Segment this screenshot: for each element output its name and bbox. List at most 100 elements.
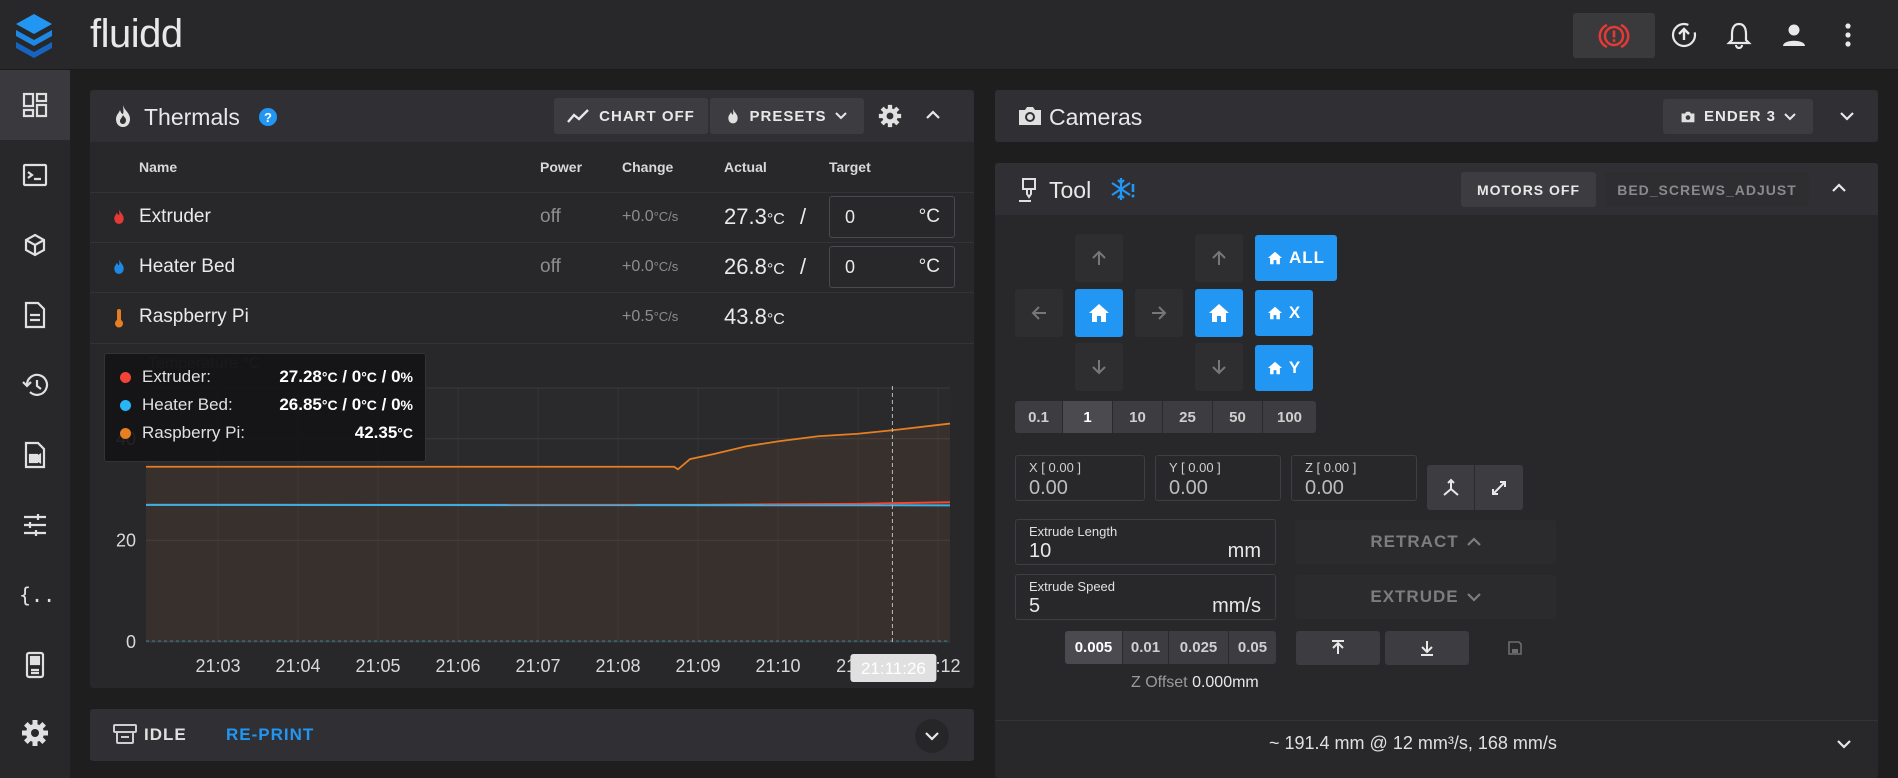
- macros-icon[interactable]: {..}: [0, 560, 70, 630]
- jog-step-option[interactable]: 0.1: [1015, 401, 1063, 433]
- motors-off-button[interactable]: MOTORS OFF: [1461, 172, 1596, 207]
- cube-icon[interactable]: [0, 210, 70, 280]
- z-step-option[interactable]: 0.05: [1229, 631, 1276, 664]
- y-position-value: 0.00: [1169, 477, 1208, 499]
- expand-button[interactable]: [915, 719, 949, 753]
- home-x-button[interactable]: X: [1255, 290, 1313, 336]
- camera-icon: [1681, 111, 1695, 122]
- status-card: IDLE RE-PRINT: [90, 709, 974, 761]
- console-icon[interactable]: [0, 140, 70, 210]
- upload-icon[interactable]: [1669, 20, 1699, 50]
- z-offset-value: 0.000mm: [1192, 674, 1259, 691]
- sensor-name[interactable]: Raspberry Pi: [139, 306, 249, 328]
- device-icon[interactable]: [0, 630, 70, 700]
- home-z-button[interactable]: [1195, 289, 1243, 337]
- heater-actual: 26.8°C: [724, 254, 785, 279]
- arrow-down-icon: [1212, 360, 1226, 375]
- x-position-field[interactable]: X [ 0.00 ] 0.00: [1015, 455, 1145, 501]
- thermals-header: Thermals ? CHART OFF PRESETS: [90, 90, 974, 142]
- column-header-actual: Actual: [724, 159, 767, 175]
- extrude-button[interactable]: EXTRUDE: [1295, 575, 1556, 619]
- settings-icon[interactable]: [0, 698, 70, 768]
- bell-icon[interactable]: [1724, 20, 1754, 50]
- file-icon[interactable]: [0, 280, 70, 350]
- printer-nozzle-icon: [1019, 178, 1036, 202]
- jog-step-option[interactable]: 100: [1263, 401, 1316, 433]
- extrude-speed-unit: mm/s: [1212, 595, 1261, 617]
- jog-x-plus-button[interactable]: [1135, 289, 1183, 337]
- z-step-option[interactable]: 0.005: [1065, 631, 1123, 664]
- jog-step-option[interactable]: 25: [1163, 401, 1213, 433]
- fluidd-logo-icon[interactable]: [14, 12, 54, 58]
- gear-icon[interactable]: [878, 104, 902, 128]
- heater-name[interactable]: Extruder: [139, 206, 211, 228]
- z-offset-label: Z Offset: [1131, 674, 1188, 691]
- jog-y-minus-button[interactable]: [1075, 343, 1123, 391]
- home-y-button[interactable]: Y: [1255, 345, 1313, 391]
- emergency-stop-button[interactable]: [1573, 13, 1655, 58]
- y-position-field[interactable]: Y [ 0.00 ] 0.00: [1155, 455, 1281, 501]
- tooltip-value: 42.35°C: [354, 423, 413, 442]
- extrude-length-field[interactable]: Extrude Length 10 mm: [1015, 519, 1276, 565]
- chevron-up-icon[interactable]: [926, 110, 940, 120]
- absolute-mode-button[interactable]: [1475, 465, 1523, 510]
- z-position-value: 0.00: [1305, 477, 1344, 499]
- video-file-icon[interactable]: [0, 420, 70, 490]
- target-input[interactable]: 0 °C: [829, 246, 955, 288]
- emergency-stop-icon: [1598, 23, 1630, 48]
- x-tick-label: 21:08: [595, 656, 640, 676]
- jog-x-minus-button[interactable]: [1015, 289, 1063, 337]
- tooltip-label: Heater Bed:: [142, 395, 233, 414]
- jog-z-minus-button[interactable]: [1195, 343, 1243, 391]
- reprint-button[interactable]: RE-PRINT: [226, 725, 314, 745]
- dashboard-icon[interactable]: [0, 70, 70, 140]
- z-offset-up-button[interactable]: [1296, 631, 1380, 665]
- z-offset-down-button[interactable]: [1385, 631, 1469, 665]
- chart-line-icon: [567, 109, 590, 123]
- target-input[interactable]: 0 °C: [829, 196, 955, 238]
- chevron-down-icon[interactable]: [1840, 111, 1854, 121]
- jog-step-option[interactable]: 1: [1063, 401, 1113, 433]
- chevron-down-icon[interactable]: [1837, 739, 1851, 749]
- tooltip-row: Extruder: 27.28°C / 0°C / 0%: [117, 364, 413, 390]
- arrow-collapse-up-icon: [1332, 640, 1344, 654]
- jog-y-plus-button[interactable]: [1075, 234, 1123, 282]
- divider: [90, 242, 974, 243]
- bed-screws-adjust-button[interactable]: BED_SCREWS_ADJUST: [1605, 172, 1809, 207]
- z-step-option[interactable]: 0.025: [1169, 631, 1229, 664]
- printer-icon: [113, 724, 137, 744]
- home-xy-button[interactable]: [1075, 289, 1123, 337]
- z-step-option[interactable]: 0.01: [1123, 631, 1169, 664]
- arrow-up-icon: [1092, 250, 1106, 265]
- account-icon[interactable]: [1779, 20, 1809, 50]
- x-tick-label: 21:07: [515, 656, 560, 676]
- heater-power: off: [540, 256, 561, 277]
- jog-step-option[interactable]: 50: [1213, 401, 1263, 433]
- nav-sidebar: {..}: [0, 70, 70, 778]
- z-offset-save-button[interactable]: [1475, 631, 1555, 665]
- chart-toggle-button[interactable]: CHART OFF: [554, 98, 708, 134]
- fire-small-icon: [728, 108, 739, 124]
- jog-distance-selector: 0.1 1 10 25 50 100: [1015, 401, 1316, 433]
- tune-icon[interactable]: [0, 490, 70, 560]
- arrow-down-icon: [1092, 360, 1106, 375]
- x-tick-label: 21:10: [755, 656, 800, 676]
- history-icon[interactable]: [0, 350, 70, 420]
- extrude-speed-field[interactable]: Extrude Speed 5 mm/s: [1015, 574, 1276, 620]
- home-all-button[interactable]: ALL: [1255, 235, 1337, 281]
- jog-step-option[interactable]: 10: [1113, 401, 1163, 433]
- save-icon: [1508, 641, 1522, 655]
- camera-select-button[interactable]: ENDER 3: [1663, 99, 1813, 134]
- extrude-length-unit: mm: [1227, 540, 1261, 562]
- presets-button[interactable]: PRESETS: [710, 98, 864, 134]
- x-tick-label: 21:09: [675, 656, 720, 676]
- chevron-up-icon[interactable]: [1832, 183, 1846, 193]
- more-vert-icon[interactable]: [1833, 20, 1863, 50]
- chevron-up-icon: [1466, 537, 1481, 546]
- heater-name[interactable]: Heater Bed: [139, 256, 235, 278]
- jog-z-plus-button[interactable]: [1195, 234, 1243, 282]
- relative-mode-button[interactable]: [1427, 465, 1475, 510]
- z-position-field[interactable]: Z [ 0.00 ] 0.00: [1291, 455, 1417, 501]
- help-icon[interactable]: ?: [259, 108, 277, 126]
- retract-button[interactable]: RETRACT: [1295, 520, 1556, 564]
